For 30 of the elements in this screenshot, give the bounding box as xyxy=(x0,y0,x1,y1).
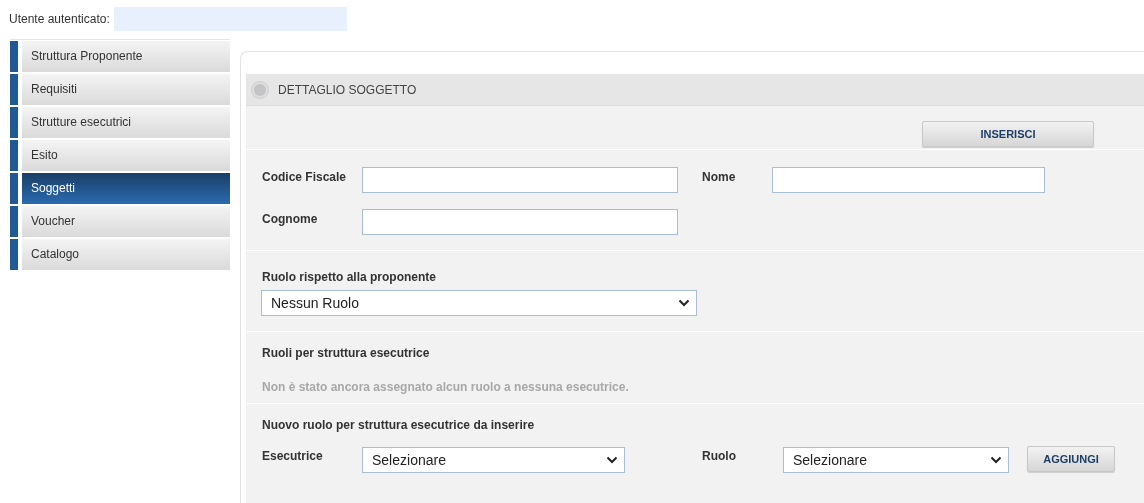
sidebar-item[interactable]: Requisiti xyxy=(10,74,230,105)
sidebar-item[interactable]: Struttura Proponente xyxy=(10,41,230,72)
section-title: Ruoli per struttura esecutrice xyxy=(262,345,431,360)
dropdown[interactable]: Selezionare xyxy=(362,447,625,473)
chevron-down-icon xyxy=(678,299,690,307)
user-label: Utente autenticato: xyxy=(9,12,110,26)
add-button[interactable]: AGGIUNGI xyxy=(1027,446,1115,472)
input-field[interactable] xyxy=(362,167,678,193)
sidebar-item[interactable]: Voucher xyxy=(10,206,230,237)
field-label: Nome xyxy=(702,169,737,186)
dropdown[interactable]: Selezionare xyxy=(783,447,1009,473)
insert-button[interactable]: INSERISCI xyxy=(922,121,1094,147)
field-label: Cognome xyxy=(262,211,319,228)
input-field[interactable] xyxy=(772,167,1045,193)
panel-title: DETTAGLIO SOGGETTO xyxy=(278,82,417,97)
field-label: Ruolo rispetto alla proponente xyxy=(261,270,437,286)
sidebar-item[interactable]: Catalogo xyxy=(10,239,230,270)
sidebar-item[interactable]: Soggetti xyxy=(10,173,230,204)
field-label: Ruolo xyxy=(702,448,737,463)
field-label: Codice Fiscale xyxy=(262,169,348,186)
input-field[interactable] xyxy=(362,209,678,235)
field-label: Esecutrice xyxy=(262,448,324,463)
sidebar-item[interactable]: Strutture esecutrici xyxy=(10,107,230,138)
chevron-down-icon xyxy=(990,456,1002,464)
dropdown[interactable]: Nessun Ruolo xyxy=(261,290,697,316)
empty-message: Non è stato ancora assegnato alcun ruolo a nessuna esecutrice. xyxy=(262,380,630,394)
status-dot-icon xyxy=(252,81,268,98)
sidebar-item[interactable]: Esito xyxy=(10,140,230,171)
section-title: Nuovo ruolo per struttura esecutrice da inserire xyxy=(262,417,536,432)
chevron-down-icon xyxy=(606,456,618,464)
